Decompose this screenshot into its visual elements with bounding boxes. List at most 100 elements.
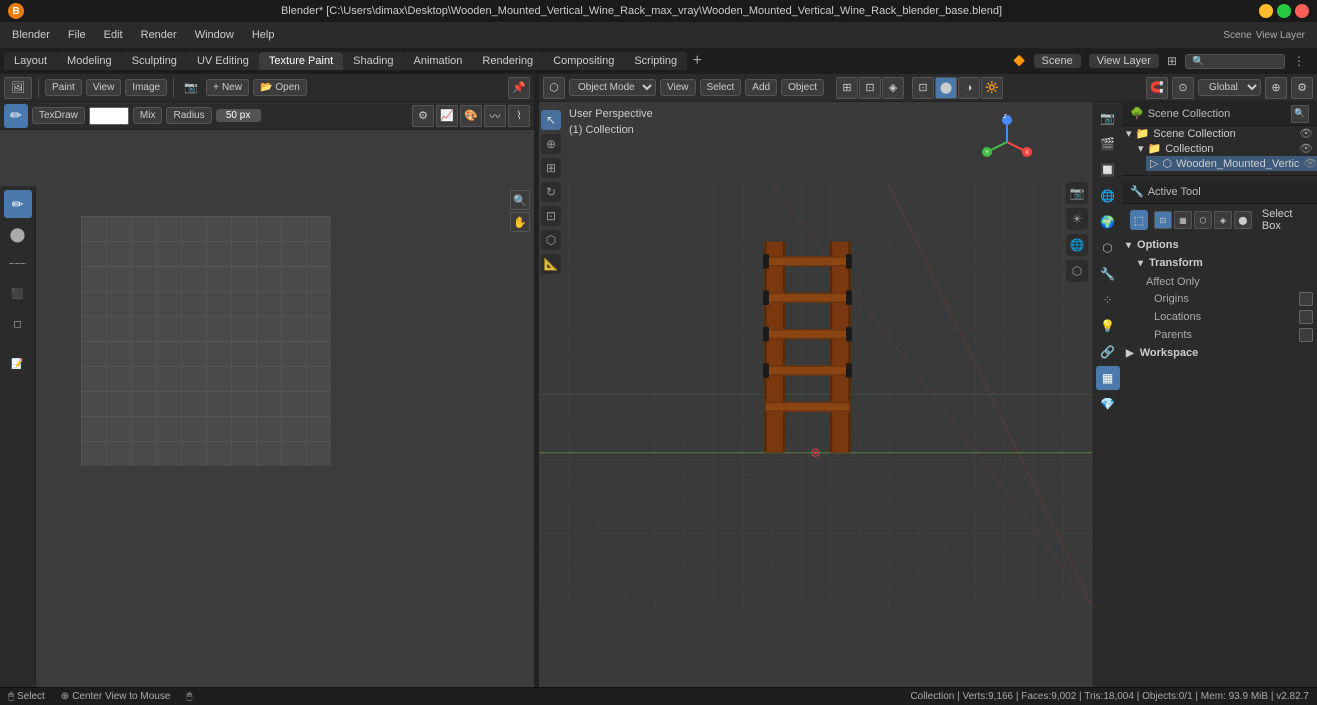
prop-modifier-icon[interactable]: 🔧 [1096, 262, 1120, 286]
visibility-icon-3[interactable]: 👁 [1303, 157, 1317, 170]
vp-tool-rotate[interactable]: ↻ [541, 182, 561, 202]
fullscreen-icon[interactable]: ⊞ [1167, 54, 1177, 68]
prop-data-icon[interactable]: ▦ [1096, 366, 1120, 390]
vp-scene-icon[interactable]: 🌐 [1066, 234, 1088, 256]
parents-checkbox[interactable] [1299, 328, 1313, 342]
tab-shading[interactable]: Shading [343, 52, 403, 70]
tool-erase[interactable]: ◻ [4, 310, 32, 338]
minimize-button[interactable] [1259, 4, 1273, 18]
tab-animation[interactable]: Animation [404, 52, 473, 70]
vp-tool-scale[interactable]: ⊡ [541, 206, 561, 226]
transform-orientation[interactable]: Global [1198, 79, 1261, 96]
menu-edit[interactable]: Edit [96, 27, 131, 43]
menu-render[interactable]: Render [133, 27, 185, 43]
toggle-brush-icon[interactable]: ⚙ [412, 105, 434, 127]
prop-viewlayer-icon[interactable]: 🔲 [1096, 158, 1120, 182]
tool-clone[interactable]: ⬛ [4, 280, 32, 308]
maximize-button[interactable] [1277, 4, 1291, 18]
tab-texture-paint[interactable]: Texture Paint [259, 52, 343, 70]
snap-toggle[interactable]: 🧲 [1146, 77, 1168, 99]
new-button[interactable]: + New [206, 79, 249, 96]
window-controls[interactable] [1259, 4, 1309, 18]
proportional-edit[interactable]: ⊙ [1172, 77, 1194, 99]
image-menu-button[interactable]: Image [125, 79, 167, 96]
tab-uv-editing[interactable]: UV Editing [187, 52, 259, 70]
transform-section-header[interactable]: ▾ Transform [1122, 254, 1317, 272]
viewport-editor-type[interactable]: ⬡ [543, 77, 565, 99]
toggle-stroke-icon[interactable]: 〰 [484, 105, 506, 127]
transform-pivot[interactable]: ⊕ [1265, 77, 1287, 99]
zoom-in-icon[interactable]: 🔍 [510, 190, 530, 210]
search-input[interactable] [1185, 54, 1285, 69]
prop-particles-icon[interactable]: ⁘ [1096, 288, 1120, 312]
3d-viewport[interactable]: User Perspective (1) Collection ↖ ⊕ ⊞ ↻ … [539, 102, 1092, 687]
orientation-gizmo[interactable]: Z X Y [977, 112, 1037, 172]
shading-wireframe[interactable]: ⊡ [912, 77, 934, 99]
shading-material[interactable]: ◑ [958, 77, 980, 99]
close-button[interactable] [1295, 4, 1309, 18]
outliner-item-collection[interactable]: ▾ 📁 Collection 👁 [1134, 141, 1317, 156]
select-mode-4[interactable]: ◈ [1214, 211, 1232, 229]
select-mode-1[interactable]: ⊡ [1154, 211, 1172, 229]
select-mode-2[interactable]: ▦ [1174, 211, 1192, 229]
tab-compositing[interactable]: Compositing [543, 52, 624, 70]
prop-world-icon[interactable]: 🌍 [1096, 210, 1120, 234]
tab-sculpting[interactable]: Sculpting [122, 52, 187, 70]
view-3d-menu[interactable]: View [660, 79, 696, 96]
vp-render-icon[interactable]: ⬡ [1066, 260, 1088, 282]
prop-object-icon[interactable]: ⬡ [1096, 236, 1120, 260]
prop-output-icon[interactable]: 🎬 [1096, 132, 1120, 156]
viewport-settings[interactable]: ⚙ [1291, 77, 1313, 99]
locations-checkbox[interactable] [1299, 310, 1313, 324]
tool-smear[interactable]: ~~~ [4, 250, 32, 278]
vp-tool-transform[interactable]: ⬡ [541, 230, 561, 250]
outliner-item-scene-collection[interactable]: ▾ 📁 Scene Collection 👁 [1122, 126, 1317, 141]
menu-window[interactable]: Window [187, 27, 242, 43]
vp-tool-move[interactable]: ⊞ [541, 158, 561, 178]
menu-help[interactable]: Help [244, 27, 283, 43]
prop-physics-icon[interactable]: 💡 [1096, 314, 1120, 338]
color-picker-button[interactable] [89, 107, 129, 125]
uv-canvas[interactable]: 🔍 ✋ [36, 186, 534, 687]
vp-tool-select[interactable]: ↖ [541, 110, 561, 130]
prop-render-icon[interactable]: 📷 [1096, 106, 1120, 130]
pan-icon[interactable]: ✋ [510, 212, 530, 232]
brush-name-button[interactable]: TexDraw [32, 107, 85, 124]
visibility-icon[interactable]: 👁 [1299, 127, 1313, 140]
tool-annotate[interactable]: 📝 [4, 350, 32, 378]
workspace-section-header[interactable]: ▶ Workspace [1122, 344, 1317, 362]
pin-icon[interactable]: 📌 [508, 77, 530, 99]
viewlayer-select[interactable]: View Layer [1089, 54, 1159, 68]
view-menu-button[interactable]: View [86, 79, 122, 96]
menu-blender[interactable]: Blender [4, 27, 58, 43]
editor-type-button[interactable]: 🖼 [4, 77, 32, 99]
prop-scene-icon[interactable]: 🌐 [1096, 184, 1120, 208]
prop-material-icon[interactable]: 💎 [1096, 392, 1120, 416]
outliner-item-wooden[interactable]: ▷ ⬡ Wooden_Mounted_Vertic 👁 [1146, 156, 1317, 171]
tab-rendering[interactable]: Rendering [472, 52, 543, 70]
add-3d-menu[interactable]: Add [745, 79, 777, 96]
select-mode-5[interactable]: ⬤ [1234, 211, 1252, 229]
origins-checkbox[interactable] [1299, 292, 1313, 306]
viewport-gizmo-toggle[interactable]: ⊞ [836, 77, 858, 99]
paint-menu-button[interactable]: Paint [45, 79, 82, 96]
tab-layout[interactable]: Layout [4, 52, 57, 70]
radius-input[interactable] [216, 109, 261, 122]
tool-fill[interactable]: ⬤ [4, 220, 32, 248]
toggle-texture-icon[interactable]: 🎨 [460, 105, 482, 127]
options-section-header[interactable]: ▾ Options [1122, 236, 1317, 254]
vp-tool-measure[interactable]: 📐 [541, 254, 561, 274]
tab-modeling[interactable]: Modeling [57, 52, 122, 70]
blend-mode-button[interactable]: Mix [133, 107, 163, 124]
add-workspace-button[interactable]: + [687, 51, 707, 71]
viewport-xray-toggle[interactable]: ◈ [882, 77, 904, 99]
viewport-overlay-toggle[interactable]: ⊡ [859, 77, 881, 99]
prop-constraints-icon[interactable]: 🔗 [1096, 340, 1120, 364]
shading-solid[interactable]: ⬤ [935, 77, 957, 99]
tab-scripting[interactable]: Scripting [624, 52, 687, 70]
menu-file[interactable]: File [60, 27, 94, 43]
vp-tool-cursor[interactable]: ⊕ [541, 134, 561, 154]
tool-draw[interactable]: ✏ [4, 190, 32, 218]
shading-rendered[interactable]: 🔆 [981, 77, 1003, 99]
visibility-icon-2[interactable]: 👁 [1299, 142, 1313, 155]
